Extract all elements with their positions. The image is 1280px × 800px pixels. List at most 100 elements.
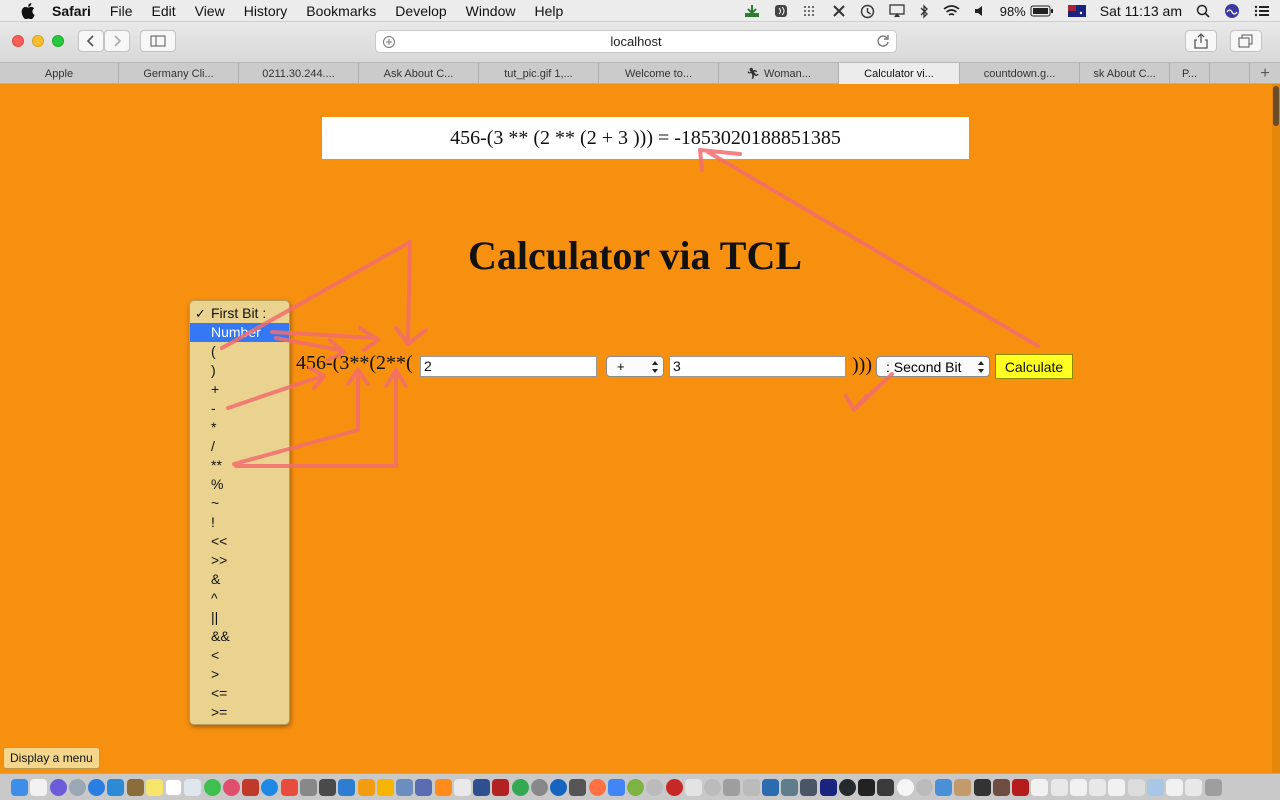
dropdown-option[interactable]: ( [190, 342, 289, 361]
tab-ask-about-2[interactable]: sk About C... [1080, 63, 1170, 84]
dropdown-option[interactable]: < [190, 646, 289, 665]
console-icon[interactable] [877, 778, 895, 796]
tab-tut-pic[interactable]: tut_pic.gif 1,... [479, 63, 599, 84]
tab-germany[interactable]: Germany Cli... [119, 63, 239, 84]
monitor-icon[interactable] [781, 778, 798, 796]
document-5-icon[interactable] [1089, 778, 1106, 796]
battery-percent[interactable]: 98% [1000, 4, 1026, 19]
terminal-2-icon[interactable] [858, 778, 875, 796]
page-scrollbar[interactable] [1272, 84, 1280, 773]
finder-icon[interactable] [11, 778, 28, 796]
spotlight-search-icon[interactable] [1196, 4, 1210, 18]
dropdown-option[interactable]: Number [190, 323, 289, 342]
globe-icon[interactable] [550, 778, 567, 796]
dropdown-option[interactable]: - [190, 399, 289, 418]
help-2-icon[interactable] [915, 778, 933, 796]
menu-file[interactable]: File [110, 3, 133, 19]
tools-icon[interactable] [832, 4, 846, 18]
launchpad-icon[interactable] [49, 778, 67, 796]
dropdown-option[interactable]: * [190, 418, 289, 437]
tab-countdown[interactable]: countdown.g... [960, 63, 1080, 84]
gear-icon[interactable] [530, 778, 548, 796]
dropdown-option[interactable]: ! [190, 513, 289, 532]
calculate-button[interactable]: Calculate [995, 354, 1073, 379]
address-bar[interactable]: localhost [375, 30, 897, 53]
new-tab-button[interactable]: + [1250, 63, 1280, 84]
eclipse-icon[interactable] [819, 778, 837, 796]
menu-view[interactable]: View [195, 3, 225, 19]
menu-bookmarks[interactable]: Bookmarks [306, 3, 376, 19]
document-icon[interactable] [30, 778, 48, 796]
zoom-window-button[interactable] [52, 35, 64, 47]
siri-icon[interactable] [1224, 3, 1240, 19]
document-4-icon[interactable] [1069, 778, 1087, 796]
tab-partial[interactable]: P... [1170, 63, 1210, 84]
dropdown-option[interactable]: ^ [190, 589, 289, 608]
airplay-icon[interactable] [889, 4, 905, 18]
second-bit-select[interactable]: : Second Bit [876, 356, 990, 377]
notes-icon[interactable] [145, 778, 163, 796]
network-icon[interactable] [473, 778, 490, 796]
document-6-icon[interactable] [1108, 778, 1126, 796]
app-store-2-icon[interactable] [261, 778, 279, 796]
notification-center-icon[interactable] [1254, 5, 1270, 17]
acrobat-icon[interactable] [1012, 778, 1029, 796]
firefox-icon[interactable] [588, 778, 606, 796]
terminal-icon[interactable] [319, 778, 336, 796]
tool-icon[interactable] [973, 778, 991, 796]
dropdown-option[interactable]: ** [190, 456, 289, 475]
apple-menu-icon[interactable] [18, 2, 38, 19]
vlc-player-icon[interactable] [434, 778, 452, 796]
folder-icon[interactable] [935, 778, 952, 796]
document-7-icon[interactable] [1127, 778, 1145, 796]
dropdown-option[interactable]: << [190, 532, 289, 551]
vlc-icon[interactable] [357, 778, 375, 796]
image-2-icon[interactable] [1146, 778, 1164, 796]
bluetooth-icon[interactable] [919, 3, 929, 19]
utility-2-icon[interactable] [992, 778, 1010, 796]
document-2-icon[interactable] [1031, 778, 1049, 796]
clock-icon[interactable] [896, 778, 914, 796]
document-3-icon[interactable] [1050, 778, 1068, 796]
photos-icon[interactable] [222, 778, 240, 796]
guitar-icon[interactable] [954, 778, 972, 796]
calendar-icon[interactable] [165, 778, 182, 796]
close-window-button[interactable] [12, 35, 24, 47]
dropdown-option[interactable]: ) [190, 361, 289, 380]
reload-icon[interactable] [876, 34, 890, 51]
drive-icon[interactable] [607, 778, 625, 796]
question-icon[interactable] [646, 778, 664, 796]
image-icon[interactable] [453, 778, 471, 796]
dropdown-option[interactable]: / [190, 437, 289, 456]
archive-icon[interactable] [742, 778, 760, 796]
dropdown-option[interactable]: ✓ First Bit : [190, 304, 289, 323]
vscode-icon[interactable] [761, 778, 779, 796]
photo-booth-icon[interactable] [242, 778, 259, 796]
app-store-icon[interactable] [107, 778, 125, 796]
add-bookmark-icon[interactable] [382, 35, 396, 52]
preview-icon[interactable] [184, 778, 202, 796]
network-2-icon[interactable] [800, 778, 818, 796]
scrollbar-thumb[interactable] [1273, 86, 1279, 126]
back-button[interactable] [78, 30, 104, 52]
android-icon[interactable] [627, 778, 644, 796]
help-icon[interactable] [704, 778, 721, 796]
textedit-icon[interactable] [396, 778, 413, 796]
messages-icon[interactable] [203, 778, 221, 796]
dropdown-option[interactable]: & [190, 570, 289, 589]
trash-icon[interactable] [1204, 778, 1222, 796]
xcode-icon[interactable] [338, 778, 356, 796]
tab-apple[interactable]: Apple [0, 63, 119, 84]
dropdown-option[interactable]: ~ [190, 494, 289, 513]
document-8-icon[interactable] [1166, 778, 1183, 796]
menu-develop[interactable]: Develop [395, 3, 446, 19]
download-icon[interactable] [744, 4, 760, 18]
dropdown-option[interactable]: || [190, 608, 289, 627]
minimize-window-button[interactable] [32, 35, 44, 47]
system-prefs-icon[interactable] [280, 778, 298, 796]
github-icon[interactable] [838, 778, 856, 796]
filezilla-icon[interactable] [492, 778, 510, 796]
dictation-icon[interactable] [774, 4, 788, 18]
dropdown-option[interactable]: % [190, 475, 289, 494]
menu-window[interactable]: Window [466, 3, 516, 19]
